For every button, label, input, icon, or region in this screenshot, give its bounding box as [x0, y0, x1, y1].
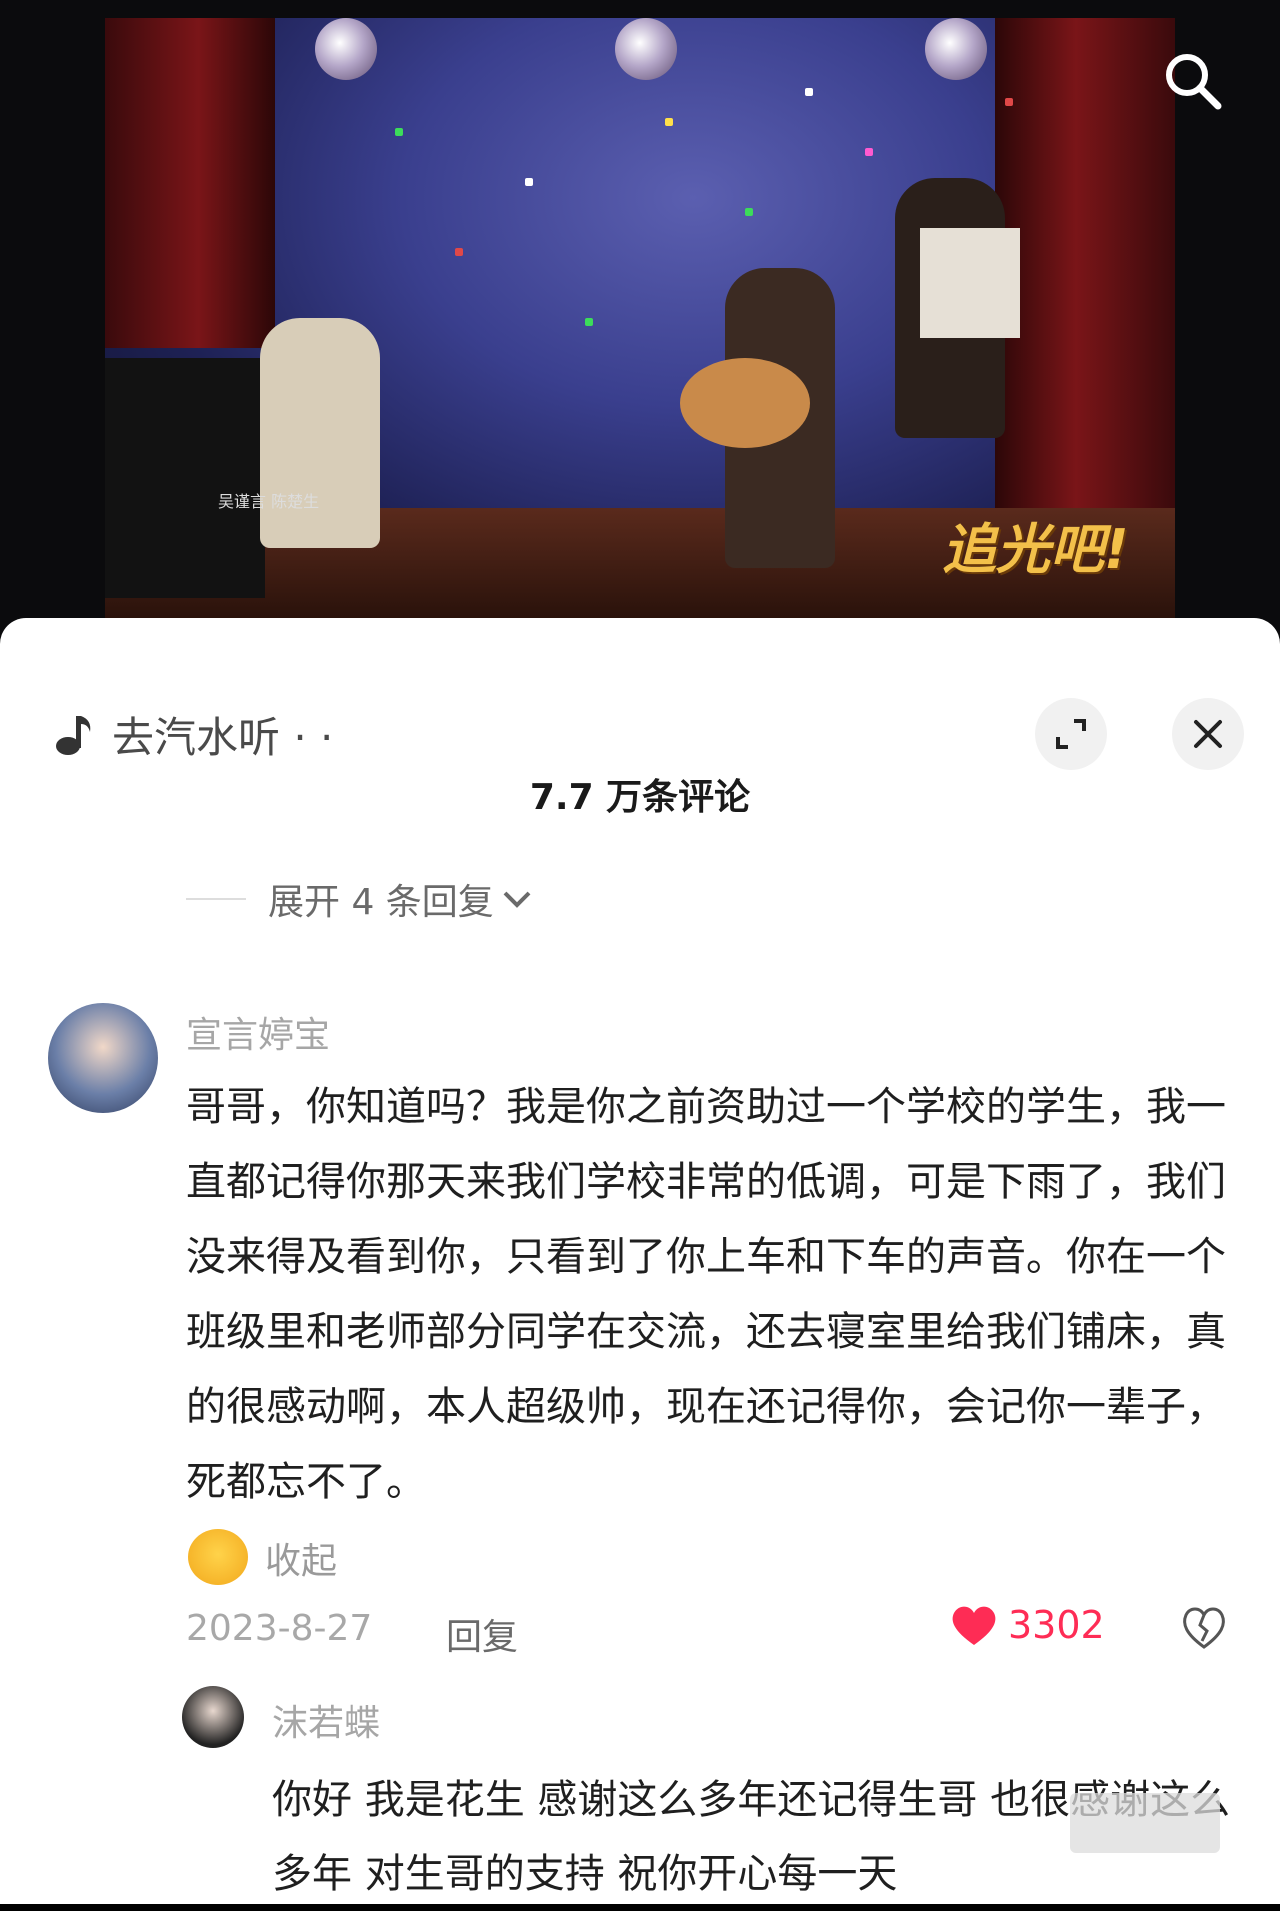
comment-date: 2023-8-27: [186, 1608, 373, 1649]
reply-username[interactable]: 沫若蝶: [272, 1694, 380, 1746]
expand-replies-button[interactable]: 展开 4 条回复: [186, 873, 534, 925]
reply-button[interactable]: 回复: [446, 1608, 518, 1660]
music-link[interactable]: 去汽水听 · ·: [112, 704, 333, 765]
collapse-button[interactable]: 收起: [265, 1532, 337, 1584]
stage-light: [525, 178, 533, 186]
sheet-header: 去汽水听 · ·: [0, 658, 1280, 770]
comment-username[interactable]: 宣言婷宝: [186, 1006, 330, 1058]
stage-light: [395, 128, 403, 136]
stage-light: [865, 148, 873, 156]
search-icon[interactable]: [1160, 48, 1224, 112]
avatar[interactable]: [48, 1003, 158, 1113]
curtain-left: [105, 18, 275, 348]
broken-heart-icon[interactable]: [1180, 1603, 1228, 1651]
comments-sheet: 去汽水听 · · 7.7 万条评论 展开 4 条回复 宣言婷宝 哥哥，你知道吗？…: [0, 618, 1280, 1904]
divider-line: [186, 898, 246, 900]
stage-light: [585, 318, 593, 326]
like-button[interactable]: 3302: [950, 1603, 1105, 1647]
chevron-down-icon: [503, 891, 531, 908]
stage-light: [1005, 98, 1013, 106]
heart-icon: [952, 1606, 996, 1645]
video-caption: 吴谨言 陈楚生: [218, 492, 320, 511]
disco-ball: [315, 18, 377, 80]
pianist: [260, 318, 380, 548]
watermark-overlay: [1070, 1793, 1220, 1853]
crying-emoji-icon: [188, 1529, 248, 1585]
comment-text: 哥哥，你知道吗？我是你之前资助过一个学校的学生，我一直都记得你那天来我们学校非常…: [186, 1084, 1226, 1505]
disco-ball: [925, 18, 987, 80]
disco-ball: [615, 18, 677, 80]
accordion: [920, 228, 1020, 338]
music-note-icon: [56, 716, 91, 755]
piano: [105, 358, 265, 598]
close-button[interactable]: [1172, 698, 1244, 770]
curtain-right: [995, 18, 1175, 538]
avatar[interactable]: [182, 1686, 244, 1748]
close-icon: [1194, 720, 1222, 748]
expand-button[interactable]: [1035, 698, 1107, 770]
show-logo: 追光吧!: [942, 518, 1129, 581]
stage-light: [805, 88, 813, 96]
expand-replies-label: 展开 4 条回复: [268, 882, 494, 923]
expand-icon: [1056, 719, 1086, 749]
stage-light: [745, 208, 753, 216]
comments-count-title: 7.7 万条评论: [529, 777, 751, 818]
stage-light: [665, 118, 673, 126]
video-player[interactable]: 吴谨言 陈楚生 追光吧!: [0, 0, 1280, 640]
stage-light: [455, 248, 463, 256]
like-count: 3302: [1008, 1603, 1105, 1647]
guitar: [680, 358, 810, 448]
